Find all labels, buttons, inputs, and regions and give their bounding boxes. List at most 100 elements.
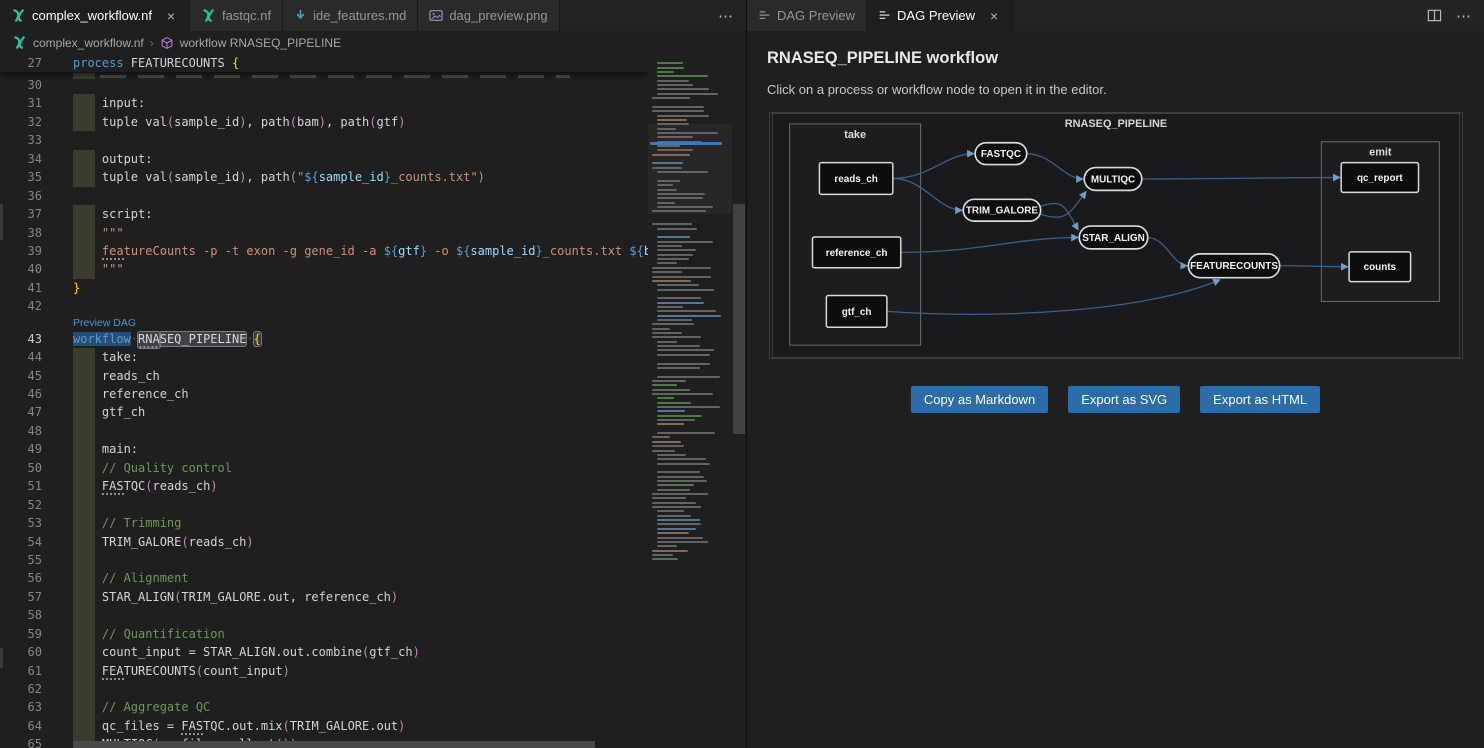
code-line-32[interactable]: 32 tuple val(sample_id), path(bam), path… [0, 113, 648, 131]
split-editor-icon[interactable] [1427, 8, 1442, 23]
code-line-57[interactable]: 57 STAR_ALIGN(TRIM_GALORE.out, reference… [0, 588, 648, 606]
code-line-45[interactable]: 45 reads_ch [0, 367, 648, 385]
code-line-63[interactable]: 63 // Aggregate QC [0, 698, 648, 716]
svg-text:FASTQC: FASTQC [981, 149, 1021, 160]
code-line-47[interactable]: 47 gtf_ch [0, 403, 648, 421]
breadcrumb-separator: › [150, 36, 154, 50]
preview-icon [878, 9, 891, 22]
code-line-60[interactable]: 60 count_input = STAR_ALIGN.out.combine(… [0, 643, 648, 661]
panel-subtitle: Click on a process or workflow node to o… [767, 82, 1464, 97]
export-as-svg-button[interactable]: Export as SVG [1068, 386, 1180, 413]
code-line-64[interactable]: 64 qc_files = FASTQC.out.mix(TRIM_GALORE… [0, 717, 648, 735]
dag-node-gtf_ch[interactable]: gtf_ch [826, 296, 887, 328]
export-as-html-button[interactable]: Export as HTML [1200, 386, 1320, 413]
tab-label: dag_preview.png [449, 8, 547, 23]
copy-as-markdown-button[interactable]: Copy as Markdown [911, 386, 1048, 413]
markdown-icon [294, 9, 307, 22]
code-line-53[interactable]: 53 // Trimming [0, 514, 648, 532]
code-line-61[interactable]: 61 FEATURECOUNTS(count_input) [0, 662, 648, 680]
code-line-51[interactable]: 51 FASTQC(reads_ch) [0, 477, 648, 495]
tab-label: DAG Preview [897, 8, 975, 23]
nextflow-icon [12, 35, 27, 50]
vertical-scrollbar-thumb[interactable] [733, 204, 745, 434]
dag-node-FASTQC[interactable]: FASTQC [975, 143, 1027, 165]
editor-group-left: complex_workflow.nf × fastqc.nf ide_feature… [0, 0, 747, 748]
nextflow-icon [11, 8, 26, 23]
tab-label: complex_workflow.nf [32, 8, 152, 23]
code-line-41[interactable]: 41} [0, 279, 648, 297]
code-line-46[interactable]: 46 reference_ch [0, 385, 648, 403]
dag-node-MULTIQC[interactable]: MULTIQC [1084, 168, 1142, 191]
breadcrumb-file[interactable]: complex_workflow.nf [33, 36, 144, 50]
panel-tabbar: DAG Preview DAG Preview × ⋯ [747, 0, 1484, 31]
svg-text:TRIM_GALORE: TRIM_GALORE [966, 206, 1038, 217]
preview-icon [758, 9, 771, 22]
code-line-36[interactable]: 36 [0, 187, 648, 205]
code-line-50[interactable]: 50 // Quality control [0, 459, 648, 477]
code-line-48[interactable]: 48 [0, 422, 648, 440]
svg-text:counts: counts [1364, 262, 1397, 273]
codelens-preview-dag[interactable]: Preview DAG [73, 317, 136, 329]
code-line-58[interactable]: 58 [0, 606, 648, 624]
editor: 27process FEATURECOUNTS { 3031 input:32 … [0, 54, 746, 748]
dag-preview-panel: RNASEQ_PIPELINE workflow Click on a proc… [747, 31, 1484, 748]
dag-node-reference_ch[interactable]: reference_ch [812, 237, 900, 268]
code-pane[interactable]: 27process FEATURECOUNTS { 3031 input:32 … [0, 54, 648, 748]
code-line-44[interactable]: 44 take: [0, 348, 648, 366]
more-actions-icon[interactable]: ⋯ [718, 7, 734, 25]
panel-tab-dag-preview[interactable]: DAG Preview [747, 0, 867, 31]
tab-complex-workflow-nf[interactable]: complex_workflow.nf × [0, 0, 190, 31]
dag-node-qc_report[interactable]: qc_report [1341, 163, 1418, 193]
code-line-34[interactable]: 34 output: [0, 150, 648, 168]
breadcrumb-symbol[interactable]: workflow RNASEQ_PIPELINE [180, 36, 341, 50]
close-icon[interactable]: × [164, 8, 178, 24]
tab-fastqc-nf[interactable]: fastqc.nf [190, 0, 283, 31]
svg-text:STAR_ALIGN: STAR_ALIGN [1082, 233, 1145, 244]
gutter-mark [0, 648, 3, 668]
svg-text:reads_ch: reads_ch [834, 174, 878, 185]
code-line-52[interactable]: 52 [0, 496, 648, 514]
code-line-56[interactable]: 56 // Alignment [0, 569, 648, 587]
editor-group-right: DAG Preview DAG Preview × ⋯ RNASEQ_PIPELIN… [747, 0, 1484, 748]
dag-diagram[interactable]: RNASEQ_PIPELINEtakeemitreads_chreference… [769, 112, 1463, 359]
tab-label: fastqc.nf [222, 8, 271, 23]
tab-label: ide_features.md [313, 8, 406, 23]
tab-dag-preview-png[interactable]: dag_preview.png [418, 0, 559, 31]
dag-node-reads_ch[interactable]: reads_ch [819, 163, 892, 195]
horizontal-scrollbar[interactable] [73, 741, 595, 748]
vertical-scrollbar[interactable] [732, 54, 746, 748]
export-buttons: Copy as Markdown Export as SVG Export as H… [767, 386, 1464, 413]
code-line-31[interactable]: 31 input: [0, 94, 648, 112]
minimap[interactable] [648, 54, 732, 748]
code-line-62[interactable]: 62 [0, 680, 648, 698]
tab-ide-features-md[interactable]: ide_features.md [283, 0, 418, 31]
panel-more-actions-icon[interactable]: ⋯ [1456, 7, 1472, 25]
code-line-37[interactable]: 37 script: [0, 205, 648, 223]
code-lines[interactable]: 3031 input:32 tuple val(sample_id), path… [0, 76, 648, 748]
dag-label-workflow: RNASEQ_PIPELINE [1065, 118, 1167, 130]
code-line-38[interactable]: 38 """ [0, 224, 648, 242]
code-line-59[interactable]: 59 // Quantification [0, 625, 648, 643]
code-line-55[interactable]: 55 [0, 551, 648, 569]
tabbar-actions: ⋯ [706, 0, 746, 31]
code-line-49[interactable]: 49 main: [0, 440, 648, 458]
code-line-40[interactable]: 40 """ [0, 260, 648, 278]
code-line-35[interactable]: 35 tuple val(sample_id), path("${sample_… [0, 168, 648, 186]
svg-text:qc_report: qc_report [1357, 173, 1403, 184]
codelens: Preview DAG [0, 316, 648, 330]
svg-text:reference_ch: reference_ch [826, 248, 888, 259]
svg-text:take: take [844, 129, 866, 141]
dag-node-counts[interactable]: counts [1349, 252, 1410, 282]
sticky-scroll-line[interactable]: 27process FEATURECOUNTS { [0, 54, 648, 72]
dag-node-TRIM_GALORE[interactable]: TRIM_GALORE [963, 199, 1040, 221]
panel-tab-dag-preview[interactable]: DAG Preview × [867, 0, 1013, 31]
code-line-39[interactable]: 39 featureCounts -p -t exon -g gene_id -… [0, 242, 648, 260]
code-line-54[interactable]: 54 TRIM_GALORE(reads_ch) [0, 533, 648, 551]
code-line-27[interactable]: 27process FEATURECOUNTS { [0, 54, 648, 72]
dag-node-STAR_ALIGN[interactable]: STAR_ALIGN [1079, 226, 1147, 249]
code-line-42[interactable]: 42 [0, 297, 648, 315]
close-icon[interactable]: × [987, 8, 1001, 24]
code-line-33[interactable]: 33 [0, 131, 648, 149]
code-line-43[interactable]: 43workflow·RNASEQ_PIPELINE·{ [0, 330, 648, 348]
dag-node-FEATURECOUNTS[interactable]: FEATURECOUNTS [1188, 254, 1279, 278]
